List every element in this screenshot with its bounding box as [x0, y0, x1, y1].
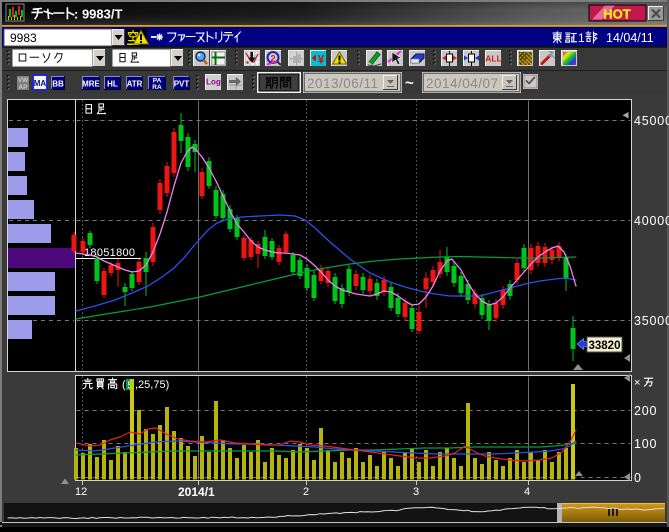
svg-text:AP: AP	[18, 84, 28, 91]
svg-text:9983: 9983	[10, 31, 37, 45]
svg-text:35000: 35000	[634, 314, 669, 328]
svg-text:¥: ¥	[318, 53, 325, 67]
svg-text:MA: MA	[34, 79, 47, 88]
svg-text:40000: 40000	[634, 214, 669, 228]
svg-text:1: 1	[578, 31, 585, 45]
svg-text:14/04/11: 14/04/11	[606, 31, 654, 45]
svg-text:~: ~	[405, 75, 414, 92]
svg-text:HOT: HOT	[603, 7, 631, 22]
svg-text:2013/06/11: 2013/06/11	[307, 76, 379, 91]
svg-text:200: 200	[634, 404, 657, 418]
svg-text:×: ×	[634, 377, 640, 389]
svg-text:VW: VW	[18, 77, 29, 84]
svg-text:3: 3	[413, 486, 419, 498]
svg-text:HL: HL	[107, 80, 118, 89]
svg-text:45000: 45000	[634, 114, 669, 128]
svg-text:2014/04/07: 2014/04/07	[426, 76, 499, 91]
svg-text:Log: Log	[206, 78, 221, 87]
svg-text:(: (	[122, 379, 126, 391]
svg-text:12: 12	[75, 486, 87, 498]
svg-text:4: 4	[524, 486, 530, 498]
svg-text:2014/1: 2014/1	[178, 485, 215, 499]
svg-text:RA: RA	[152, 84, 162, 91]
svg-text:0: 0	[634, 471, 642, 485]
svg-text:: 9983/T: : 9983/T	[74, 7, 122, 22]
svg-text:33820: 33820	[589, 340, 621, 352]
svg-text:PVT: PVT	[174, 80, 190, 89]
svg-text:100: 100	[634, 437, 657, 451]
svg-text:,25,75): ,25,75)	[135, 379, 169, 391]
svg-text:18051800: 18051800	[84, 247, 135, 259]
svg-text:BB: BB	[52, 80, 64, 89]
svg-text:MRE: MRE	[82, 80, 100, 89]
svg-text:2: 2	[270, 54, 275, 64]
svg-text:2: 2	[303, 486, 309, 498]
svg-text:ALL: ALL	[485, 54, 502, 64]
svg-text:ATR: ATR	[127, 80, 143, 89]
